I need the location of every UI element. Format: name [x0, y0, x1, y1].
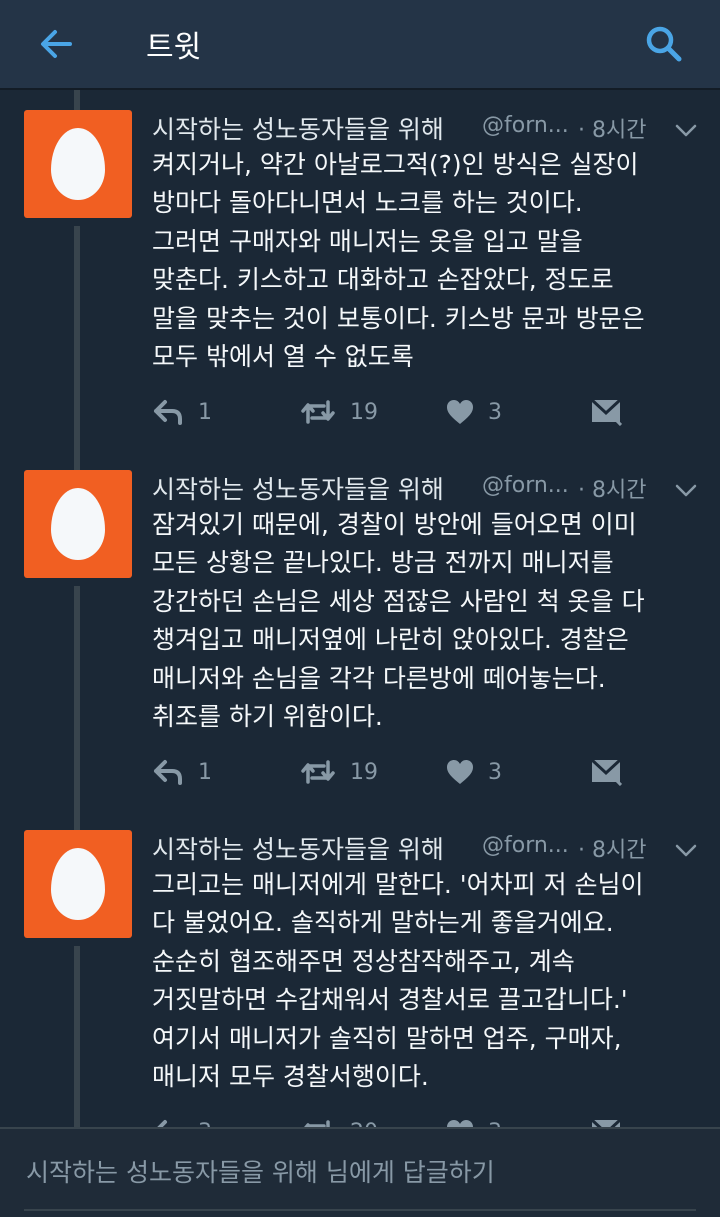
- envelope-icon: [590, 758, 622, 786]
- author-handle[interactable]: @forn...: [482, 113, 569, 138]
- tweet-text: 켜지거나, 약간 아날로그적(?)인 방식은 실장이 방마다 돌아다니면서 노크…: [152, 146, 700, 376]
- tweet-text-line: 챙겨입고 매니저옆에 나란히 앉아있다. 경찰은: [152, 625, 629, 655]
- reply-icon: [154, 400, 182, 425]
- tweet-header: 시작하는 성노동자들을 위해 @forn... · 8시간: [152, 830, 652, 870]
- tweet-text-line: 방마다 돌아다니면서 노크를 하는 것이다.: [152, 188, 583, 218]
- thread-connector: [74, 90, 80, 110]
- tweet-text-line: 잠겨있기 때문에, 경찰이 방안에 들어오면 이미: [152, 510, 637, 539]
- tweet-text-line: 그러면 구매자와 매니저는 옷을 입고 말을: [152, 226, 583, 256]
- tweet-text: 그리고는 매니저에게 말한다. '어차피 저 손님이 다 불었어요. 솔직하게 …: [152, 866, 700, 1096]
- avatar[interactable]: [24, 830, 132, 938]
- page-title: 트윗: [146, 30, 202, 65]
- tweet[interactable]: 시작하는 성노동자들을 위해 @forn... · 8시간 켜지거나, 약간 아…: [0, 110, 720, 470]
- back-button[interactable]: [30, 18, 82, 70]
- tweet-text-line: 모두 밖에서 열 수 없도록: [152, 342, 414, 372]
- tweet-actions: 1 19 3: [152, 752, 672, 792]
- author-handle[interactable]: @forn...: [482, 473, 569, 498]
- avatar[interactable]: [24, 470, 132, 578]
- author-name[interactable]: 시작하는 성노동자들을 위해: [152, 110, 444, 146]
- like-count: 3: [488, 759, 502, 785]
- tweet-text-line: 매니저와 손님을 각각 다른방에 떼어놓는다.: [152, 663, 606, 693]
- reply-count: 1: [198, 759, 212, 785]
- tweet-text-line: 여기서 매니저가 솔직히 말하면 업주, 구매자,: [152, 1023, 622, 1053]
- tweet-text-line: 강간하던 손님은 세상 점잖은 사람인 척 옷을 다: [152, 586, 645, 616]
- tweet[interactable]: 시작하는 성노동자들을 위해 @forn... · 8시간 잠겨있기 때문에, …: [0, 470, 720, 830]
- avatar[interactable]: [24, 110, 132, 218]
- tweet-text-line: 모든 상황은 끝나있다. 방금 전까지 매니저를: [152, 548, 614, 578]
- top-app-bar: 트윗: [0, 0, 720, 90]
- tweet-time: · 8시간: [578, 478, 647, 503]
- search-button[interactable]: [636, 16, 692, 72]
- tweet-time: · 8시간: [578, 118, 647, 143]
- like-button[interactable]: 3: [446, 392, 502, 432]
- tweet-header: 시작하는 성노동자들을 위해 @forn... · 8시간: [152, 110, 652, 150]
- heart-icon: [447, 760, 473, 784]
- retweet-icon: [301, 760, 335, 784]
- tweet-text-line: 거짓말하면 수갑채워서 경찰서로 끌고갑니다.': [152, 985, 628, 1015]
- retweet-button[interactable]: 19: [300, 392, 378, 432]
- default-egg-icon: [51, 488, 105, 560]
- reply-icon: [154, 760, 182, 785]
- default-egg-icon: [51, 128, 105, 200]
- author-handle[interactable]: @forn...: [482, 833, 569, 858]
- tweet-text-line: 매니저 모두 경찰서행이다.: [152, 1062, 429, 1092]
- tweet-header: 시작하는 성노동자들을 위해 @forn... · 8시간: [152, 470, 652, 510]
- back-arrow-icon: [41, 30, 72, 58]
- default-egg-icon: [51, 848, 105, 920]
- reply-input[interactable]: [24, 1151, 700, 1193]
- chevron-down-icon[interactable]: [672, 476, 700, 504]
- author-name[interactable]: 시작하는 성노동자들을 위해: [152, 830, 444, 866]
- search-icon: [646, 26, 682, 62]
- heart-icon: [447, 400, 473, 424]
- like-button[interactable]: 3: [446, 752, 502, 792]
- reply-composer: [0, 1127, 720, 1217]
- envelope-icon: [590, 398, 622, 426]
- retweet-count: 19: [350, 399, 378, 425]
- reply-count: 1: [198, 399, 212, 425]
- reply-button[interactable]: 1: [152, 752, 212, 792]
- tweet-text-line: 켜지거나, 약간 아날로그적(?)인 방식은 실장이: [152, 150, 639, 179]
- author-name[interactable]: 시작하는 성노동자들을 위해: [152, 470, 444, 506]
- tweet-text: 잠겨있기 때문에, 경찰이 방안에 들어오면 이미 모든 상황은 끝나있다. 방…: [152, 506, 700, 736]
- tweet-text-line: 다 불었어요. 솔직하게 말하는게 좋을거에요.: [152, 908, 614, 938]
- retweet-icon: [301, 400, 335, 424]
- direct-message-button[interactable]: [590, 392, 622, 432]
- tweet-text-line: 말을 맞추는 것이 보통이다. 키스방 문과 방문은: [152, 303, 645, 333]
- tweet-text-line: 취조를 하기 위함이다.: [152, 702, 383, 732]
- reply-input-underline: [24, 1209, 696, 1211]
- tweet-text-line: 맞춘다. 키스하고 대화하고 손잡았다, 정도로: [152, 265, 614, 295]
- tweet-text-line: 그리고는 매니저에게 말한다. '어차피 저 손님이: [152, 870, 644, 899]
- tweet-text-line: 순순히 협조해주면 정상참작해주고, 계속: [152, 946, 575, 976]
- retweet-count: 19: [350, 759, 378, 785]
- direct-message-button[interactable]: [590, 752, 622, 792]
- tweet-time: · 8시간: [578, 838, 647, 863]
- chevron-down-icon[interactable]: [672, 116, 700, 144]
- reply-button[interactable]: 1: [152, 392, 212, 432]
- retweet-button[interactable]: 19: [300, 752, 378, 792]
- like-count: 3: [488, 399, 502, 425]
- tweet-actions: 1 19 3: [152, 392, 672, 432]
- tweet-detail-screen: 트윗 시작하는 성노동자들을 위해 @forn... · 8시간 켜지거나, 약…: [0, 0, 720, 1217]
- chevron-down-icon[interactable]: [672, 836, 700, 864]
